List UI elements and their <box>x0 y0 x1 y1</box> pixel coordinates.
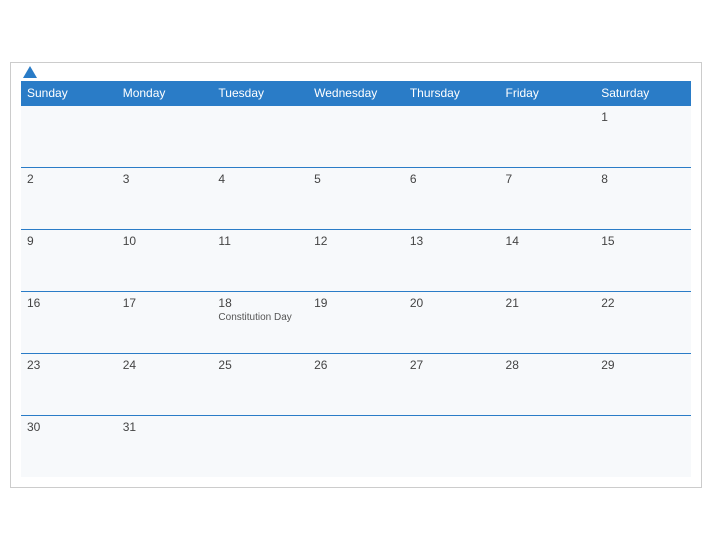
day-number: 18 <box>218 296 302 310</box>
day-number: 4 <box>218 172 302 186</box>
calendar-day-cell: 1 <box>595 105 691 167</box>
calendar-day-cell: 25 <box>212 353 308 415</box>
weekday-header-wednesday: Wednesday <box>308 81 404 106</box>
calendar-day-cell <box>404 415 500 477</box>
calendar-day-cell: 14 <box>500 229 596 291</box>
calendar-week-row: 2345678 <box>21 167 691 229</box>
calendar-day-cell: 19 <box>308 291 404 353</box>
calendar-day-cell: 4 <box>212 167 308 229</box>
calendar-day-cell: 12 <box>308 229 404 291</box>
calendar-day-cell: 9 <box>21 229 117 291</box>
day-number: 1 <box>601 110 685 124</box>
calendar-day-cell <box>308 105 404 167</box>
day-number: 16 <box>27 296 111 310</box>
calendar-day-cell: 22 <box>595 291 691 353</box>
weekday-header-thursday: Thursday <box>404 81 500 106</box>
calendar-day-cell: 13 <box>404 229 500 291</box>
logo <box>21 67 37 79</box>
day-number: 28 <box>506 358 590 372</box>
calendar-day-cell: 18 Constitution Day <box>212 291 308 353</box>
day-number: 8 <box>601 172 685 186</box>
calendar-day-cell: 21 <box>500 291 596 353</box>
weekday-header-friday: Friday <box>500 81 596 106</box>
day-number: 11 <box>218 234 302 248</box>
calendar-day-cell: 6 <box>404 167 500 229</box>
weekday-header-sunday: Sunday <box>21 81 117 106</box>
calendar-container: SundayMondayTuesdayWednesdayThursdayFrid… <box>10 62 702 489</box>
weekday-header-row: SundayMondayTuesdayWednesdayThursdayFrid… <box>21 81 691 106</box>
calendar-day-cell: 2 <box>21 167 117 229</box>
calendar-day-cell <box>500 105 596 167</box>
calendar-day-cell: 20 <box>404 291 500 353</box>
calendar-week-row: 9 10 11 12 13 14 15 <box>21 229 691 291</box>
day-number: 15 <box>601 234 685 248</box>
day-number: 19 <box>314 296 398 310</box>
calendar-day-cell: 28 <box>500 353 596 415</box>
day-number: 6 <box>410 172 494 186</box>
calendar-day-cell: 24 <box>117 353 213 415</box>
calendar-week-row: 30 31 <box>21 415 691 477</box>
day-number: 14 <box>506 234 590 248</box>
day-number: 2 <box>27 172 111 186</box>
calendar-day-cell: 11 <box>212 229 308 291</box>
day-number: 25 <box>218 358 302 372</box>
day-number: 21 <box>506 296 590 310</box>
day-number: 20 <box>410 296 494 310</box>
logo-row <box>21 67 37 79</box>
calendar-day-cell <box>21 105 117 167</box>
day-number: 24 <box>123 358 207 372</box>
calendar-day-cell: 16 <box>21 291 117 353</box>
calendar-day-cell <box>595 415 691 477</box>
day-number: 29 <box>601 358 685 372</box>
calendar-day-cell: 8 <box>595 167 691 229</box>
calendar-day-cell: 23 <box>21 353 117 415</box>
calendar-week-row: 1 <box>21 105 691 167</box>
calendar-day-cell <box>212 105 308 167</box>
calendar-day-cell: 15 <box>595 229 691 291</box>
calendar-week-row: 16 17 18 Constitution Day 19 20 21 22 <box>21 291 691 353</box>
calendar-day-cell <box>308 415 404 477</box>
day-number: 30 <box>27 420 111 434</box>
day-number: 3 <box>123 172 207 186</box>
calendar-day-cell: 30 <box>21 415 117 477</box>
day-number: 22 <box>601 296 685 310</box>
calendar-day-cell: 10 <box>117 229 213 291</box>
day-number: 13 <box>410 234 494 248</box>
calendar-table: SundayMondayTuesdayWednesdayThursdayFrid… <box>21 81 691 478</box>
weekday-header-saturday: Saturday <box>595 81 691 106</box>
weekday-header-monday: Monday <box>117 81 213 106</box>
calendar-day-cell: 3 <box>117 167 213 229</box>
holiday-label: Constitution Day <box>218 312 302 323</box>
calendar-body: 123456789101112131415161718Constitution … <box>21 105 691 477</box>
day-number: 5 <box>314 172 398 186</box>
calendar-day-cell: 17 <box>117 291 213 353</box>
calendar-day-cell: 26 <box>308 353 404 415</box>
calendar-day-cell <box>500 415 596 477</box>
day-number: 17 <box>123 296 207 310</box>
day-number: 10 <box>123 234 207 248</box>
calendar-day-cell: 5 <box>308 167 404 229</box>
calendar-day-cell: 7 <box>500 167 596 229</box>
calendar-week-row: 23 24 25 26 27 28 29 <box>21 353 691 415</box>
day-number: 27 <box>410 358 494 372</box>
day-number: 7 <box>506 172 590 186</box>
calendar-day-cell: 29 <box>595 353 691 415</box>
logo-triangle-icon <box>23 66 37 78</box>
calendar-day-cell <box>117 105 213 167</box>
day-number: 31 <box>123 420 207 434</box>
day-number: 12 <box>314 234 398 248</box>
calendar-day-cell <box>404 105 500 167</box>
calendar-day-cell: 27 <box>404 353 500 415</box>
day-number: 26 <box>314 358 398 372</box>
day-number: 23 <box>27 358 111 372</box>
day-number: 9 <box>27 234 111 248</box>
weekday-header-tuesday: Tuesday <box>212 81 308 106</box>
calendar-day-cell <box>212 415 308 477</box>
calendar-day-cell: 31 <box>117 415 213 477</box>
